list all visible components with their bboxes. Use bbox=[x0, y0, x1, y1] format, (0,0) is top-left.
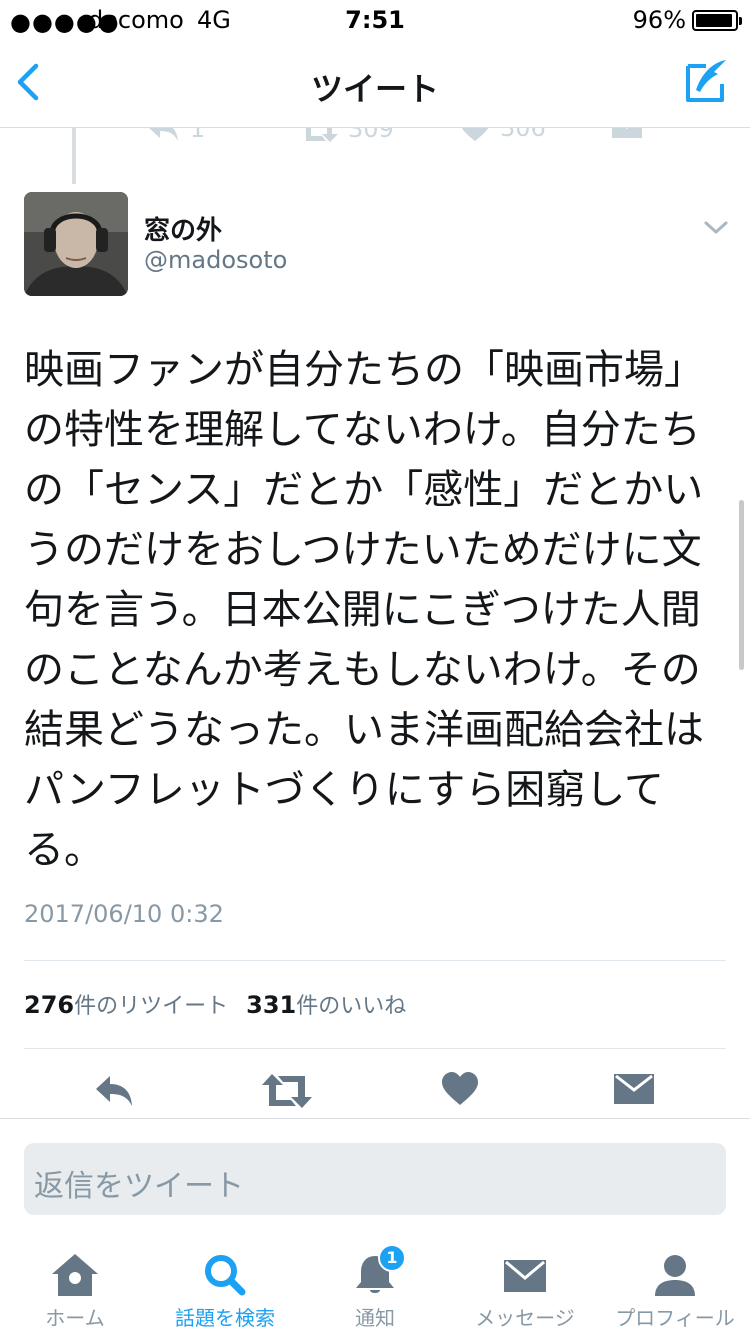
compose-tweet-icon[interactable] bbox=[684, 58, 730, 104]
prev-retweet-count: 309 bbox=[348, 128, 394, 143]
retweet-stat[interactable]: 276件のリツイート bbox=[24, 991, 229, 1019]
tab-profile[interactable]: プロフィール bbox=[600, 1246, 750, 1331]
retweet-icon bbox=[262, 1074, 312, 1108]
bell-icon-wrap: 1 bbox=[350, 1244, 406, 1298]
search-icon bbox=[205, 1255, 246, 1296]
reply-icon bbox=[149, 128, 178, 141]
previous-tweet-actions: 1 309 306 bbox=[0, 128, 750, 168]
battery-percent: 96% bbox=[632, 6, 686, 34]
navigation-bar: ツイート bbox=[0, 40, 750, 128]
tab-label-messages: メッセージ bbox=[475, 1306, 575, 1330]
home-icon bbox=[52, 1254, 98, 1296]
divider bbox=[0, 1118, 750, 1119]
scroll-indicator bbox=[739, 500, 744, 670]
heart-icon bbox=[442, 1072, 478, 1105]
prev-like-action[interactable]: 306 bbox=[460, 128, 546, 142]
retweet-button[interactable] bbox=[262, 1072, 312, 1112]
tab-home[interactable]: ホーム bbox=[0, 1246, 150, 1331]
divider bbox=[24, 1048, 726, 1049]
status-bar: ●●●●● docomo 4G 7:51 96% bbox=[0, 0, 750, 40]
person-icon bbox=[655, 1255, 695, 1296]
chevron-down-icon[interactable] bbox=[702, 218, 730, 238]
like-count: 331 bbox=[246, 991, 297, 1019]
tab-search[interactable]: 話題を検索 bbox=[150, 1246, 300, 1331]
tweet-text: 映画ファンが自分たちの「映画市場」の特性を理解してないわけ。自分たちの「センス」… bbox=[24, 347, 704, 873]
retweet-count: 276 bbox=[24, 991, 75, 1019]
envelope-icon bbox=[612, 128, 642, 138]
prev-like-count: 306 bbox=[500, 128, 546, 142]
prev-message-action[interactable] bbox=[612, 128, 642, 140]
prev-retweet-action[interactable]: 309 bbox=[300, 128, 394, 144]
author-handle[interactable]: @madosoto bbox=[144, 246, 287, 274]
reply-button[interactable] bbox=[92, 1072, 136, 1112]
retweet-icon bbox=[306, 128, 338, 142]
battery-icon bbox=[692, 10, 742, 31]
tab-label-search: 話題を検索 bbox=[175, 1306, 275, 1330]
tab-bar: ホーム 話題を検索 1 通知 メッセージ プロフィール bbox=[0, 1244, 750, 1334]
prev-reply-count: 1 bbox=[190, 128, 206, 143]
tab-label-notifications: 通知 bbox=[355, 1306, 395, 1330]
tab-notifications[interactable]: 1 通知 bbox=[300, 1244, 450, 1331]
tweet-timestamp: 2017/06/10 0:32 bbox=[24, 900, 224, 928]
reply-icon bbox=[96, 1076, 132, 1106]
heart-icon bbox=[461, 128, 489, 141]
like-label: 件のいいね bbox=[296, 994, 407, 1019]
page-title: ツイート bbox=[310, 70, 439, 108]
tweet-action-bar bbox=[0, 1066, 750, 1116]
envelope-icon bbox=[504, 1260, 546, 1292]
author-display-name[interactable]: 窓の外 bbox=[144, 210, 222, 247]
reply-placeholder: 返信をツイート bbox=[34, 1169, 244, 1204]
tab-messages[interactable]: メッセージ bbox=[450, 1246, 600, 1331]
avatar[interactable] bbox=[24, 192, 128, 296]
tab-label-profile: プロフィール bbox=[615, 1306, 735, 1330]
direct-message-button[interactable] bbox=[614, 1072, 658, 1112]
like-stat[interactable]: 331件のいいね bbox=[246, 991, 407, 1019]
envelope-icon bbox=[614, 1074, 654, 1104]
retweet-label: 件のリツイート bbox=[74, 994, 229, 1019]
tab-label-home: ホーム bbox=[45, 1306, 105, 1330]
prev-reply-action[interactable]: 1 bbox=[146, 128, 205, 144]
tweet-stats: 276件のリツイート 331件のいいね bbox=[24, 988, 406, 1020]
like-button[interactable] bbox=[442, 1072, 486, 1112]
reply-input[interactable]: 返信をツイート bbox=[24, 1143, 726, 1215]
avatar-image bbox=[24, 192, 128, 296]
notification-badge: 1 bbox=[378, 1244, 406, 1272]
divider bbox=[24, 960, 726, 961]
